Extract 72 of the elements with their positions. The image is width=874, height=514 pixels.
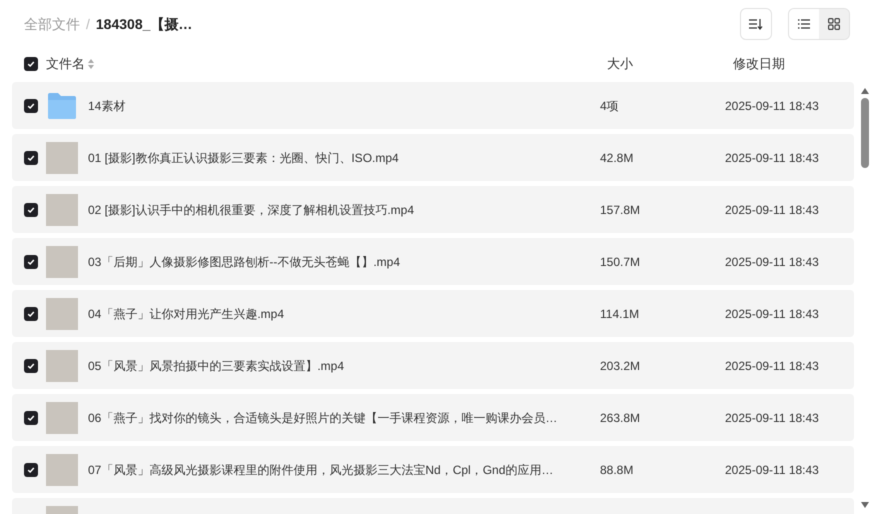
sort-arrows-icon: [88, 59, 94, 69]
modified-date: 2025-09-11 18:43: [725, 202, 819, 218]
check-icon: [27, 102, 35, 110]
file-row[interactable]: 14素材 4项 2025-09-11 18:43: [12, 82, 854, 129]
file-size: 263.8M: [600, 410, 642, 426]
photo-placeholder: [46, 350, 78, 382]
file-name: 02 [摄影]认识手中的相机很重要，深度了解相机设置技巧.mp4: [88, 202, 416, 218]
file-row[interactable]: 05「风景」风景拍摄中的三要素实战设置】.mp4 203.2M 2025-09-11 18:43: [12, 342, 854, 389]
list-icon: [798, 19, 810, 29]
check-icon: [27, 414, 35, 422]
modified-date: 2025-09-11 18:43: [725, 254, 819, 270]
sort-icon: [749, 18, 763, 30]
photo-placeholder: [46, 194, 78, 226]
photo-placeholder: [46, 298, 78, 330]
file-size: 150.7M: [600, 254, 642, 270]
column-header[interactable]: 修改日期: [733, 54, 785, 74]
check-icon: [27, 310, 35, 318]
scroll-down-icon[interactable]: [861, 502, 869, 508]
check-icon: [27, 362, 35, 370]
file-name: 06「燕子」找对你的镜头，合适镜头是好照片的关键【一手课程资源，唯一购课办会员…: [88, 410, 558, 426]
breadcrumb-separator: /: [86, 14, 90, 34]
modified-date: 2025-09-11 18:43: [725, 358, 819, 374]
checkbox[interactable]: [24, 98, 38, 112]
file-name: 05「风景」风景拍摄中的三要素实战设置】.mp4: [88, 358, 346, 374]
check-icon: [27, 466, 35, 474]
checkbox[interactable]: [24, 410, 38, 424]
folder-icon: [47, 92, 77, 120]
file-row[interactable]: 06「燕子」找对你的镜头，合适镜头是好照片的关键【一手课程资源，唯一购课办会员… 263.8M 2025-09-11 18:43: [12, 394, 854, 441]
list-view-button[interactable]: [789, 9, 819, 39]
column-header[interactable]: 文件名: [46, 54, 85, 74]
photo-placeholder: [46, 142, 78, 174]
file-size: 4项: [600, 98, 620, 114]
modified-date: 2025-09-11 18:43: [725, 306, 819, 322]
file-row[interactable]: 01 [摄影]教你真正认识摄影三要素：光圈、快门、ISO.mp4 42.8M 2025-09-11 18:43: [12, 134, 854, 181]
check-icon: [27, 60, 35, 68]
file-row[interactable]: 03「后期」人像摄影修图思路刨析--不做无头苍蝇【】.mp4 150.7M 2025-09-11 18:43: [12, 238, 854, 285]
photo-placeholder: [46, 246, 78, 278]
column-header[interactable]: 大小: [607, 54, 733, 74]
checkbox[interactable]: [24, 254, 38, 268]
check-icon: [27, 258, 35, 266]
file-name: 04「燕子」让你对用光产生兴趣.mp4: [88, 306, 286, 322]
file-name: 03「后期」人像摄影修图思路刨析--不做无头苍蝇【】.mp4: [88, 254, 402, 270]
modified-date: 2025-09-11 18:43: [725, 410, 819, 426]
scroll-up-icon[interactable]: [861, 88, 869, 94]
file-size: 157.8M: [600, 202, 642, 218]
modified-date: 2025-09-11 18:43: [725, 462, 819, 478]
file-name: 07「风景」高级风光摄影课程里的附件使用，风光摄影三大法宝Nd，Cpl，Gnd的应用…: [88, 462, 554, 478]
check-icon: [27, 154, 35, 162]
file-row[interactable]: 02 [摄影]认识手中的相机很重要，深度了解相机设置技巧.mp4 157.8M 2025-09-11 18:43: [12, 186, 854, 233]
photo-placeholder: [46, 454, 78, 486]
sort-button[interactable]: [740, 8, 772, 40]
checkbox[interactable]: [24, 358, 38, 372]
file-size: 42.8M: [600, 150, 634, 166]
checkbox[interactable]: [24, 150, 38, 164]
file-size: 203.2M: [600, 358, 642, 374]
file-size: 114.1M: [600, 306, 640, 322]
modified-date: 2025-09-11 18:43: [725, 150, 819, 166]
file-name: 14素材: [88, 98, 126, 114]
checkbox[interactable]: [24, 202, 38, 216]
file-row[interactable]: 04「燕子」让你对用光产生兴趣.mp4 114.1M 2025-09-11 18:43: [12, 290, 854, 337]
breadcrumb-item: 184308_【摄…: [96, 14, 192, 34]
checkbox[interactable]: [24, 57, 38, 71]
photo-placeholder: [46, 402, 78, 434]
scrollbar-thumb[interactable]: [861, 98, 869, 168]
grid-icon: [828, 18, 840, 30]
checkbox[interactable]: [24, 462, 38, 476]
file-name: 01 [摄影]教你真正认识摄影三要素：光圈、快门、ISO.mp4: [88, 150, 400, 166]
file-row[interactable]: 07「风景」高级风光摄影课程里的附件使用，风光摄影三大法宝Nd，Cpl，Gnd的应用… 88.8M 2025-09-11 18:43: [12, 446, 854, 493]
modified-date: 2025-09-11 18:43: [725, 98, 819, 114]
check-icon: [27, 206, 35, 214]
checkbox[interactable]: [24, 306, 38, 320]
file-size: 88.8M: [600, 462, 634, 478]
